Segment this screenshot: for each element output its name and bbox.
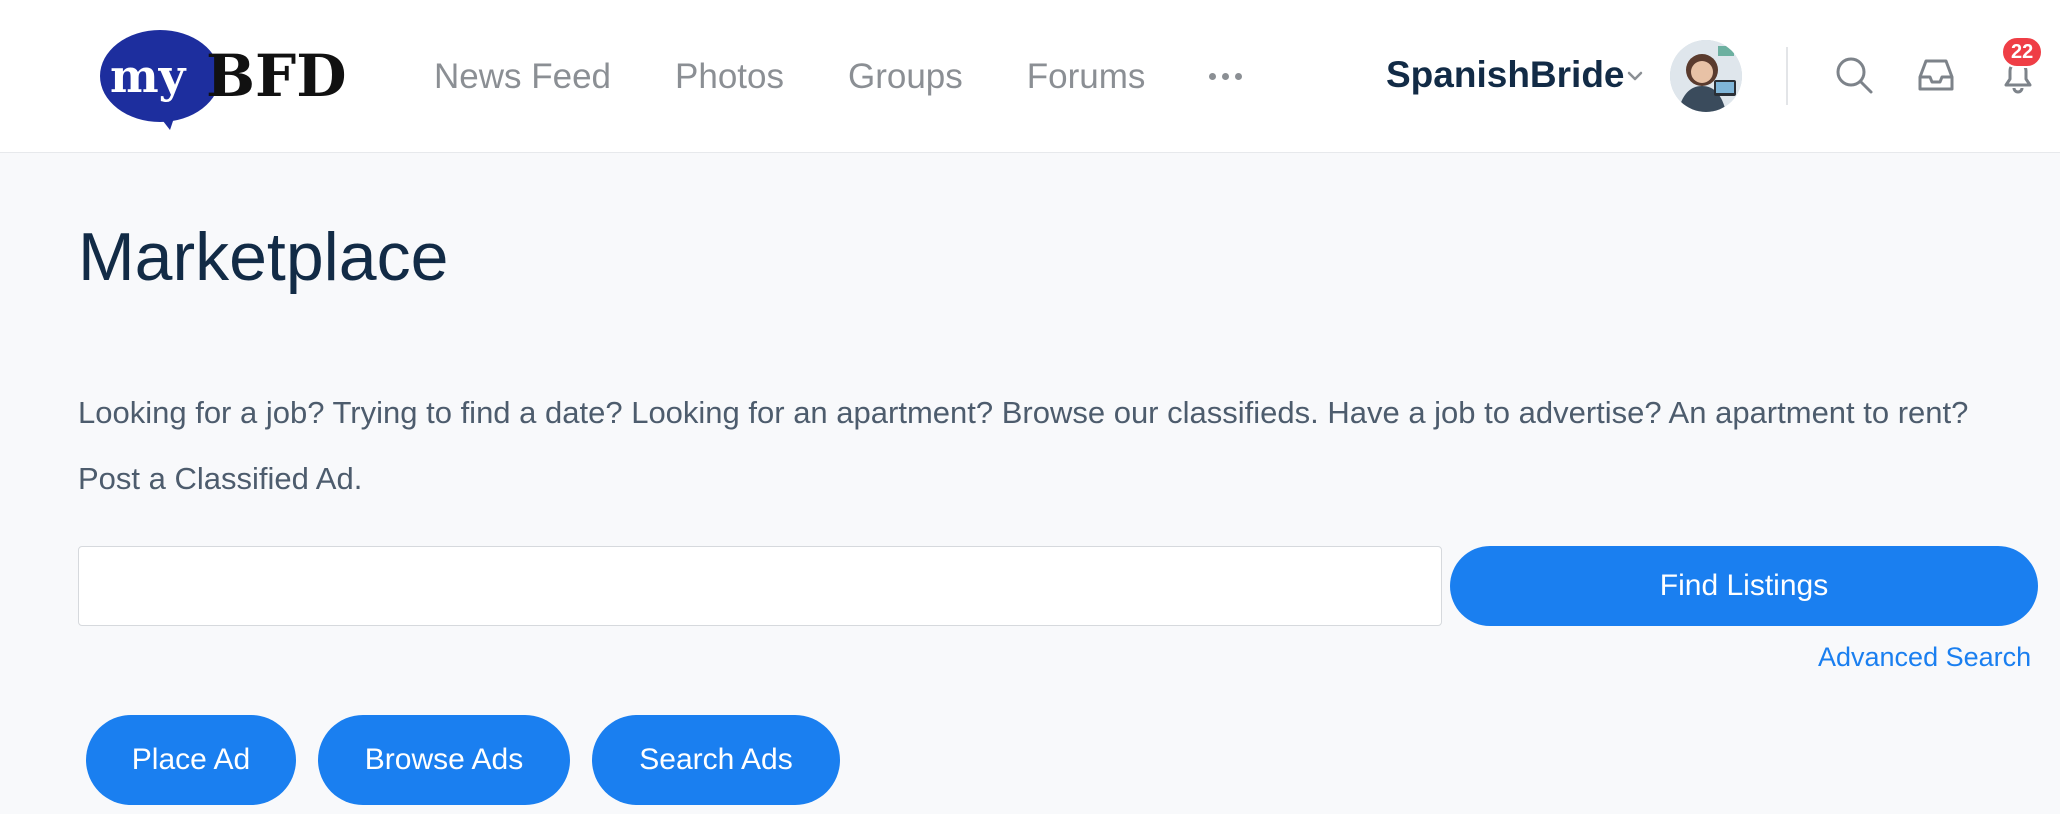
find-listings-button[interactable]: Find Listings — [1450, 546, 2038, 626]
nav-groups[interactable]: Groups — [848, 57, 963, 97]
main-nav: News Feed Photos Groups Forums — [434, 0, 1243, 153]
logo-text-my: my — [110, 49, 187, 103]
advanced-search-link[interactable]: Advanced Search — [1818, 642, 2031, 673]
header-divider — [1786, 47, 1788, 105]
page-title: Marketplace — [78, 219, 449, 295]
site-header: my BFD News Feed Photos Groups Forums Sp… — [0, 0, 2060, 153]
ellipsis-icon[interactable] — [1209, 0, 1243, 153]
search-ads-button[interactable]: Search Ads — [592, 715, 840, 805]
site-logo[interactable]: my BFD — [100, 26, 360, 130]
user-avatar[interactable] — [1670, 40, 1742, 112]
chevron-down-icon[interactable] — [1625, 66, 1645, 86]
search-icon[interactable] — [1834, 55, 1874, 95]
nav-news-feed[interactable]: News Feed — [434, 57, 611, 97]
nav-photos[interactable]: Photos — [675, 57, 784, 97]
user-name[interactable]: SpanishBride — [1386, 54, 1625, 96]
intro-text: Looking for a job? Trying to find a date… — [78, 395, 1969, 496]
place-ad-button[interactable]: Place Ad — [86, 715, 296, 805]
logo-text-bfd: BFD — [206, 42, 347, 110]
nav-forums[interactable]: Forums — [1027, 57, 1146, 97]
browse-ads-button[interactable]: Browse Ads — [318, 715, 570, 805]
notification-badge: 22 — [2001, 36, 2044, 68]
inbox-icon[interactable] — [1916, 55, 1956, 95]
search-input[interactable] — [78, 546, 1442, 626]
